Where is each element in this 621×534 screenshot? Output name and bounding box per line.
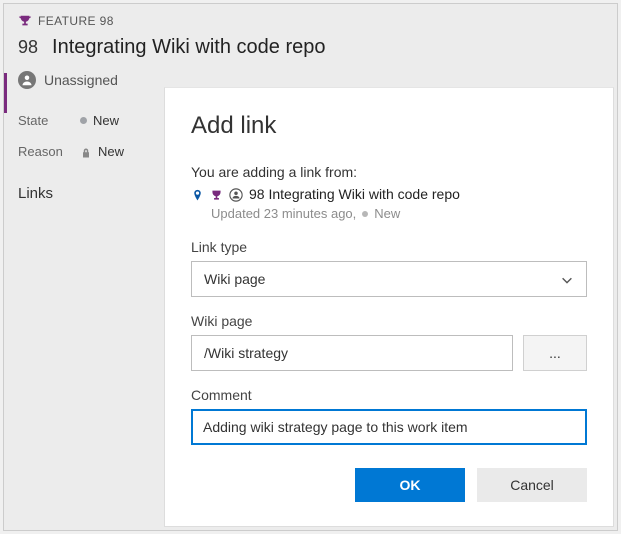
updated-text: Updated 23 minutes ago, <box>211 206 356 221</box>
link-type-value: Wiki page <box>204 271 265 287</box>
reason-row[interactable]: Reason New <box>18 136 164 167</box>
chevron-down-icon <box>560 271 574 287</box>
ok-button[interactable]: OK <box>355 468 465 502</box>
state-row[interactable]: State New <box>18 105 164 136</box>
from-item-text: 98 Integrating Wiki with code repo <box>249 186 460 202</box>
cancel-button[interactable]: Cancel <box>477 468 587 502</box>
comment-label: Comment <box>191 387 587 403</box>
person-icon <box>18 71 36 89</box>
state-value: New <box>93 113 119 128</box>
wiki-page-input[interactable] <box>191 335 513 371</box>
link-type-label: Link type <box>191 239 587 255</box>
feature-label: FEATURE 98 <box>38 14 114 28</box>
dialog-buttons: OK Cancel <box>191 468 587 502</box>
state-label: State <box>18 113 80 128</box>
pin-icon <box>191 186 204 202</box>
wiki-page-label: Wiki page <box>191 313 587 329</box>
work-item-title[interactable]: Integrating Wiki with code repo <box>52 36 325 59</box>
accent-bar <box>4 73 7 113</box>
reason-value: New <box>98 144 124 159</box>
title-row: 98 Integrating Wiki with code repo <box>18 36 603 69</box>
trophy-icon <box>18 12 32 30</box>
work-item-id: 98 <box>18 37 38 58</box>
add-link-dialog: Add link You are adding a link from: 98 … <box>164 87 614 527</box>
from-item: 98 Integrating Wiki with code repo <box>191 186 587 202</box>
updated-line: Updated 23 minutes ago, New <box>211 206 587 221</box>
group-icon <box>229 186 243 202</box>
trophy-small-icon <box>210 186 223 202</box>
lock-icon <box>80 144 92 159</box>
state-dot-small-icon <box>362 211 368 217</box>
comment-input[interactable] <box>191 409 587 445</box>
feature-tag: FEATURE 98 <box>18 12 603 30</box>
browse-button[interactable]: ... <box>523 335 587 371</box>
meta-section: State New Reason New <box>4 99 164 167</box>
assignee-label: Unassigned <box>44 72 118 88</box>
feature-header: FEATURE 98 98 Integrating Wiki with code… <box>4 4 617 69</box>
adding-from-label: You are adding a link from: <box>191 164 587 180</box>
state-dot-icon <box>80 117 87 124</box>
link-type-select[interactable]: Wiki page <box>191 261 587 297</box>
updated-state: New <box>374 206 400 221</box>
work-item-panel: FEATURE 98 98 Integrating Wiki with code… <box>3 3 618 531</box>
dialog-title: Add link <box>191 112 587 140</box>
reason-label: Reason <box>18 144 80 159</box>
